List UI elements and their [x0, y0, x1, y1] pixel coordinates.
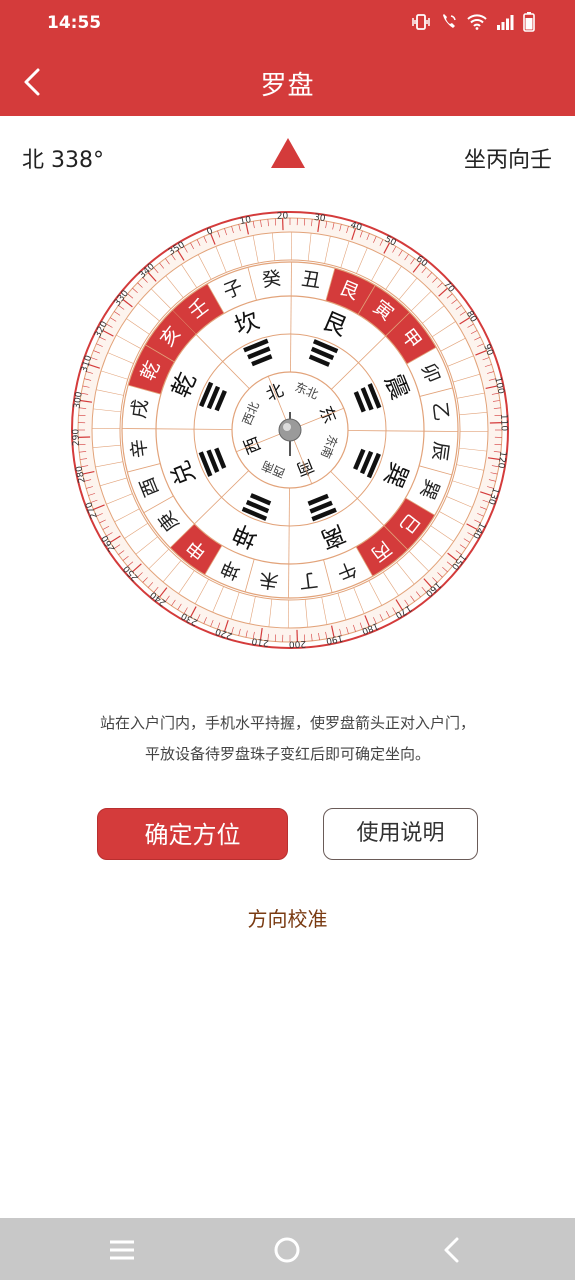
compass-dial: 0 10 20 30 40 50 60 70 80 90 100 110 120 130 140 150 160… [70, 200, 510, 660]
degree-label: 200 [288, 638, 306, 649]
mountain-label: 戌 [128, 398, 152, 420]
mountain-label: 癸 [261, 268, 283, 292]
signal-icon [496, 14, 514, 34]
app-bar: 罗盘 [0, 48, 575, 116]
facing-readout: 坐丙向壬 [463, 148, 552, 173]
compass-bead [278, 418, 302, 442]
back-icon[interactable] [436, 1233, 470, 1267]
status-icons [411, 12, 535, 36]
confirm-direction-button[interactable]: 确定方位 [97, 808, 288, 860]
mountain-label: 丑 [300, 268, 322, 292]
compass-bead-highlight [283, 423, 291, 431]
help-button[interactable]: 使用说明 [323, 808, 478, 860]
instruction-line-1: 站在入户门内，手机水平持握，使罗盘箭头正对入户门， [99, 714, 475, 732]
system-nav-bar [0, 1218, 575, 1280]
instructions: 站在入户门内，手机水平持握，使罗盘箭头正对入户门， 平放设备待罗盘珠子变红后即可… [0, 708, 575, 770]
degree-label: 20 [277, 211, 289, 221]
status-time: 14:55 [47, 13, 102, 33]
menu-icon[interactable] [105, 1233, 139, 1267]
instruction-line-2: 平放设备待罗盘珠子变红后即可确定坐向。 [144, 745, 430, 763]
vibrate-icon [411, 14, 431, 34]
degree-label: 290 [71, 428, 82, 446]
mountain-label: 丁 [298, 568, 320, 592]
calibrate-link[interactable]: 方向校准 [0, 903, 575, 932]
degree-label: 110 [498, 414, 509, 432]
degree-label: 30 [313, 213, 326, 225]
mountain-label: 乙 [428, 401, 452, 423]
wifi-call-icon [440, 13, 458, 35]
mountain-label: 未 [258, 568, 280, 592]
compass-direction-readout: 北 338° [22, 148, 104, 173]
battery-icon [523, 12, 535, 36]
status-bar: 14:55 [0, 0, 575, 48]
pointer-arrow-icon [271, 138, 305, 172]
mountain-label: 辰 [428, 440, 452, 462]
home-circle-icon[interactable] [270, 1233, 304, 1267]
mountain-label: 辛 [128, 438, 152, 460]
page-title: 罗盘 [260, 71, 315, 101]
wifi-icon [467, 14, 487, 34]
